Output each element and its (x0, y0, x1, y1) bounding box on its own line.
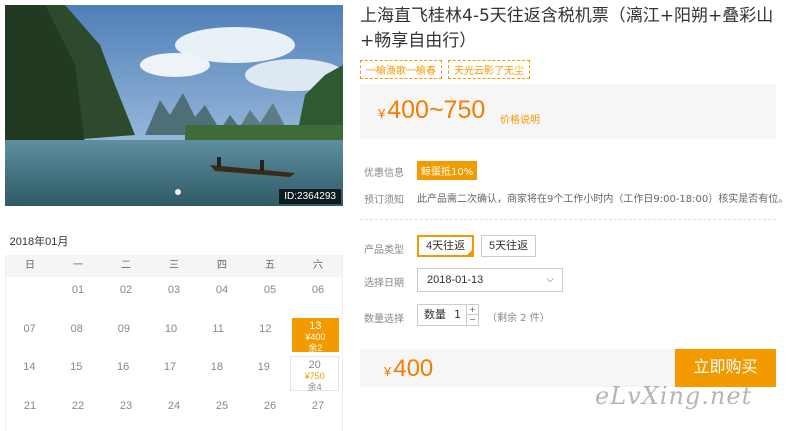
calendar-day: 27 (311, 399, 325, 412)
quantity-value: 1 (454, 308, 461, 321)
calendar-day: 15 (70, 361, 83, 373)
calendar-day: 11 (212, 322, 224, 335)
total-price: ¥400 (384, 355, 433, 383)
day-price: ¥400 (305, 331, 326, 342)
decrement-icon[interactable]: − (467, 315, 478, 325)
day-number: 13 (309, 319, 322, 332)
weekday: 三 (169, 260, 179, 271)
product-tag: 一榆渔歌一榆春 (360, 60, 442, 79)
weekday: 二 (121, 260, 131, 271)
type-label: 产品类型 (364, 245, 404, 256)
weekday: 一 (73, 260, 83, 271)
calendar-day: 06 (311, 284, 325, 296)
calendar-day (6, 277, 54, 316)
calendar-day: 24 (167, 399, 181, 412)
calendar-day: 21 (23, 399, 37, 412)
calendar-day: 10 (164, 322, 178, 335)
weekday: 六 (313, 260, 323, 271)
day-stock: 余2 (308, 342, 323, 353)
day-stock: 余4 (307, 382, 322, 392)
calendar-day: 25 (215, 399, 229, 412)
calendar-day: 09 (117, 322, 130, 335)
price-explanation-link[interactable]: 价格说明 (500, 111, 540, 126)
watermark: eLvXing.net (595, 382, 753, 410)
calendar-day: 16 (117, 361, 130, 373)
calendar-day-selected[interactable]: 13 ¥400 余2 (291, 317, 339, 353)
calendar-day: 05 (263, 284, 277, 296)
stock-remaining: （剩余 2 件） (487, 313, 550, 324)
promo-label: 优惠信息 (364, 168, 404, 179)
type-option-label: 5天往返 (489, 240, 529, 252)
currency-symbol: ¥ (384, 364, 392, 379)
calendar-day-available[interactable]: 20 ¥750 余4 (290, 356, 340, 392)
calendar-day: 03 (167, 284, 181, 296)
date-label: 选择日期 (364, 278, 404, 289)
quantity-stepper[interactable]: 数量 1 + − (417, 304, 479, 326)
product-tags: 一榆渔歌一榆春 天光云影了无尘 (360, 60, 530, 79)
price-calendar: 日 一 二 三 四 五 六 01 02 03 04 05 06 07 08 09… (5, 255, 343, 431)
calendar-day: 17 (163, 361, 177, 373)
currency-symbol: ¥ (378, 106, 386, 121)
increment-icon[interactable]: + (467, 305, 478, 315)
weekday: 四 (217, 260, 227, 271)
calendar-day: 26 (263, 399, 277, 412)
quantity-prefix: 数量 (424, 308, 446, 321)
calendar-weekday-header: 日 一 二 三 四 五 六 (6, 255, 342, 277)
product-photo[interactable]: ID:2364293 (5, 5, 343, 206)
price-panel: ¥400~750 价格说明 (360, 84, 776, 139)
date-value: 2018-01-13 (427, 274, 484, 286)
calendar-week: 21 22 23 24 25 26 27 (6, 393, 342, 431)
weekday: 五 (265, 260, 275, 271)
type-option-5day[interactable]: 5天往返 (481, 235, 537, 257)
calendar-day: 19 (257, 361, 270, 373)
price-range: ¥400~750 (378, 96, 485, 125)
calendar-week: 14 15 16 17 18 19 20 ¥750 余4 (6, 354, 342, 393)
date-select[interactable]: 2018-01-13 ⌵ (417, 268, 563, 292)
calendar-day: 04 (215, 284, 229, 296)
day-number: 20 (308, 359, 321, 371)
calendar-day: 22 (71, 399, 85, 412)
notice-label: 预订须知 (364, 195, 404, 206)
check-icon: ✓ (467, 245, 474, 252)
calendar-week: 01 02 03 04 05 06 (6, 277, 342, 316)
product-title: 上海直飞桂林4-5天往返含税机票（漓江+阳朔+叠彩山+畅享自由行） (360, 6, 774, 51)
section-divider (360, 219, 776, 220)
photo-id-badge: ID:2364293 (279, 189, 341, 204)
type-option-label: 4天往返 (426, 240, 466, 252)
calendar-day: 12 (259, 322, 272, 335)
product-tag: 天光云影了无尘 (448, 60, 530, 79)
promo-badge: 鲸蛋抵10% (417, 161, 478, 180)
calendar-day: 18 (210, 361, 223, 373)
calendar-day: 07 (23, 322, 36, 335)
quantity-label: 数量选择 (364, 314, 404, 325)
total-price-value: 400 (393, 355, 434, 382)
calendar-day: 14 (23, 361, 36, 373)
calendar-day: 08 (70, 322, 83, 335)
weekday: 日 (25, 260, 35, 271)
booking-notice: 此产品需二次确认，商家将在9个工作小时内（工作日9:00-18:00）核实是否有… (417, 194, 789, 205)
quantity-steps: + − (466, 305, 478, 325)
chevron-down-icon: ⌵ (546, 274, 554, 285)
price-range-value: 400~750 (387, 96, 486, 124)
day-price: ¥750 (304, 371, 325, 381)
calendar-day: 23 (119, 399, 133, 412)
calendar-day: 02 (119, 284, 133, 296)
calendar-week: 07 08 09 10 11 12 13 ¥400 余2 (6, 316, 342, 355)
calendar-day: 01 (71, 284, 85, 296)
type-option-4day[interactable]: 4天往返 ✓ (417, 235, 475, 257)
